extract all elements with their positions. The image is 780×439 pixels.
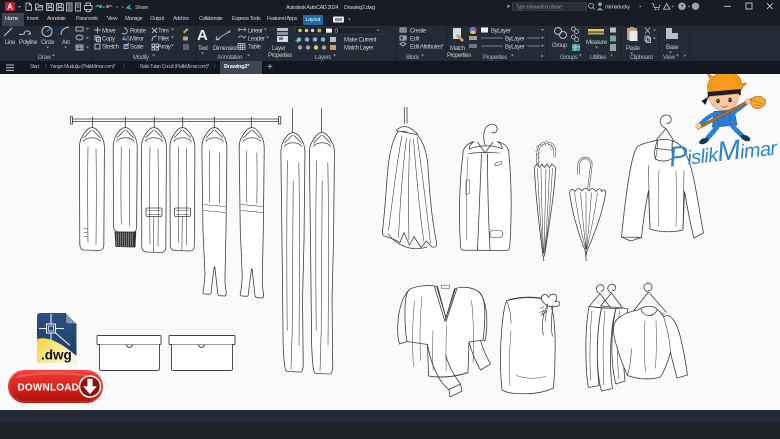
svg-text:Drawing2.dwg: Drawing2.dwg — [344, 5, 375, 11]
svg-text:Scale: Scale — [130, 45, 144, 51]
svg-text:Group: Group — [552, 43, 568, 49]
svg-text:Array: Array — [158, 45, 171, 51]
svg-text:Line: Line — [5, 40, 16, 46]
svg-text:Arc: Arc — [62, 40, 70, 46]
svg-text:Layer: Layer — [272, 46, 286, 52]
svg-text:ByLayer: ByLayer — [505, 37, 525, 43]
svg-text:Paste: Paste — [626, 46, 641, 52]
svg-text:Text: Text — [198, 46, 208, 52]
svg-text:Table: Table — [248, 45, 262, 51]
svg-text:Mirror: Mirror — [130, 37, 144, 43]
svg-text:Linear: Linear — [248, 29, 263, 35]
svg-text:Properties: Properties — [447, 53, 471, 59]
svg-text:Dimension: Dimension — [213, 46, 238, 52]
svg-text:Leader: Leader — [248, 37, 265, 43]
svg-text:Autodesk AutoCAD 2024: Autodesk AutoCAD 2024 — [286, 5, 338, 11]
svg-text:A: A — [7, 3, 13, 12]
svg-text:Polyline: Polyline — [19, 40, 38, 46]
svg-text:Type a keyword or phrase: Type a keyword or phrase — [516, 4, 562, 10]
svg-text:Match Layer: Match Layer — [344, 46, 374, 52]
svg-text:Copy: Copy — [102, 37, 115, 43]
svg-text:Move: Move — [102, 29, 116, 35]
svg-text:mimarlucky: mimarlucky — [605, 5, 630, 11]
svg-text:A: A — [197, 27, 208, 44]
svg-text:DOWNLOAD: DOWNLOAD — [18, 382, 80, 393]
svg-text:Fillet: Fillet — [158, 37, 169, 43]
svg-text:.dwg: .dwg — [41, 347, 72, 362]
svg-text:Base: Base — [666, 45, 679, 51]
svg-text:Edit: Edit — [410, 37, 420, 43]
svg-text:Match: Match — [450, 46, 465, 52]
svg-text:PislikMimar: PislikMimar — [667, 129, 779, 172]
svg-text:Stretch: Stretch — [102, 45, 119, 51]
svg-text:Measure: Measure — [586, 40, 608, 46]
svg-text:Share: Share — [135, 5, 148, 11]
svg-text:ByLayer: ByLayer — [505, 45, 525, 51]
svg-text:Properties: Properties — [268, 53, 292, 59]
svg-text:Create: Create — [410, 29, 427, 35]
svg-text:ByLayer: ByLayer — [491, 29, 511, 35]
svg-text:Trim: Trim — [158, 29, 169, 35]
svg-text:Circle: Circle — [41, 40, 55, 46]
svg-text:Edit Attributes: Edit Attributes — [410, 45, 442, 51]
svg-text:Make Current: Make Current — [344, 38, 377, 44]
svg-text:Rotate: Rotate — [130, 29, 147, 35]
